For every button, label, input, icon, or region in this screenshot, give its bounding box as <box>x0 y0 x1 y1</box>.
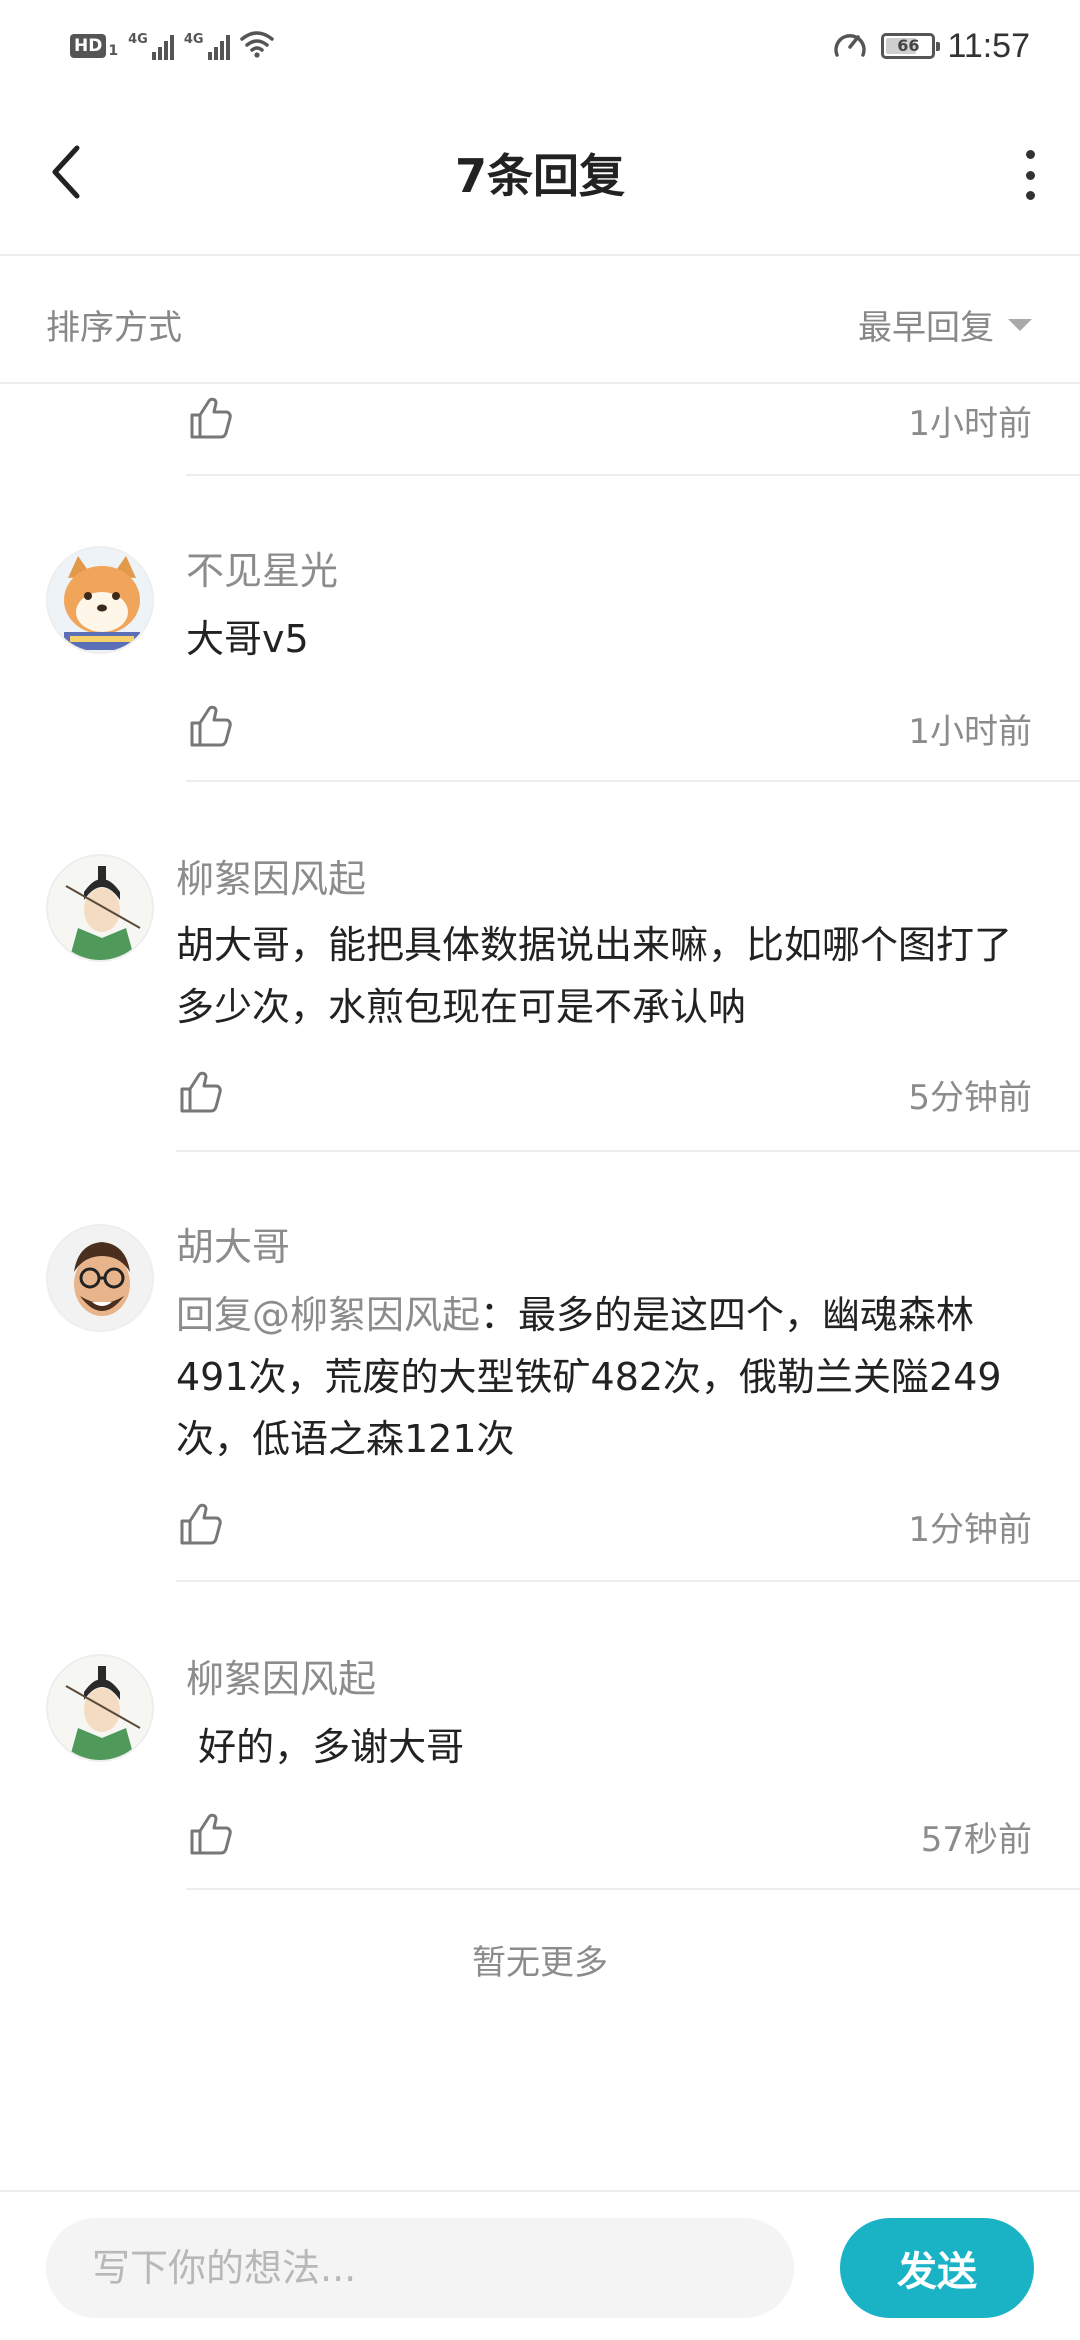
more-vertical-icon <box>1025 150 1035 159</box>
divider <box>186 780 1080 782</box>
username[interactable]: 胡大哥 <box>176 1216 290 1271</box>
reply-content: 回复@柳絮因风起：最多的是这四个，幽魂森林491次，荒废的大型铁矿482次，俄勒… <box>176 1284 1036 1470</box>
comment-composer: 发送 <box>0 2190 1080 2340</box>
reply-content: 大哥v5 <box>186 617 309 661</box>
wifi-icon <box>239 30 274 62</box>
page-header: 7条回复 <box>0 90 1080 256</box>
sort-bar: 排序方式 最早回复 <box>0 256 1080 384</box>
status-time: 11:57 <box>947 26 1030 65</box>
network-type-2: 4G <box>183 32 204 47</box>
reply-time: 57秒前 <box>920 1820 1032 1860</box>
reply-time: 1小时前 <box>908 404 1032 444</box>
avatar[interactable] <box>46 854 154 962</box>
battery-level: 66 <box>897 36 920 55</box>
thumbs-up-icon[interactable] <box>186 702 234 750</box>
divider <box>186 1888 1080 1890</box>
signal-icon-1: 4G <box>128 32 174 60</box>
reply-time: 1小时前 <box>908 712 1032 752</box>
divider <box>176 1150 1080 1152</box>
reply-item: 柳絮因风起 好的，多谢大哥 57秒前 <box>0 1584 1080 1894</box>
sort-selected-value: 最早回复 <box>858 308 994 348</box>
avatar[interactable] <box>46 1654 154 1762</box>
more-options-button[interactable] <box>1020 150 1040 200</box>
send-button[interactable]: 发送 <box>840 2218 1034 2318</box>
reply-time: 5分钟前 <box>908 1078 1032 1118</box>
hd-badge: HD <box>70 34 107 58</box>
caret-down-icon <box>1008 318 1032 331</box>
status-right: 66 11:57 <box>831 24 1030 68</box>
comment-input[interactable] <box>46 2218 794 2318</box>
username[interactable]: 柳絮因风起 <box>176 848 366 903</box>
username[interactable]: 柳絮因风起 <box>186 1648 376 1703</box>
sort-dropdown[interactable]: 最早回复 <box>858 300 1032 349</box>
username[interactable]: 不见星光 <box>186 540 338 595</box>
reply-item: 柳絮因风起 胡大哥，能把具体数据说出来嘛，比如哪个图打了多少次，水煎包现在可是不… <box>0 784 1080 1154</box>
sort-label: 排序方式 <box>46 308 182 348</box>
divider <box>176 1580 1080 1582</box>
speedometer-icon <box>831 25 869 67</box>
no-more-label: 暂无更多 <box>472 1943 608 1983</box>
thumbs-up-icon[interactable] <box>176 1500 224 1548</box>
reply-item: 1小时前 <box>0 384 1080 476</box>
thumbs-up-icon[interactable] <box>186 394 234 442</box>
avatar[interactable] <box>46 1224 154 1332</box>
status-bar: HD 1 4G 4G 66 11:57 <box>0 0 1080 90</box>
avatar[interactable] <box>46 546 154 654</box>
reply-time: 1分钟前 <box>908 1510 1032 1550</box>
reply-content: 胡大哥，能把具体数据说出来嘛，比如哪个图打了多少次，水煎包现在可是不承认呐 <box>176 923 1013 1029</box>
network-type-1: 4G <box>128 32 148 47</box>
reply-content: 好的，多谢大哥 <box>186 1725 465 1769</box>
thumbs-up-icon[interactable] <box>186 1810 234 1858</box>
reply-item: 胡大哥 回复@柳絮因风起：最多的是这四个，幽魂森林491次，荒废的大型铁矿482… <box>0 1154 1080 1584</box>
thumbs-up-icon[interactable] <box>176 1068 224 1116</box>
reply-mention[interactable]: 回复@柳絮因风起 <box>176 1293 480 1337</box>
page-title: 7条回复 <box>454 149 625 203</box>
reply-item: 不见星光 大哥v5 1小时前 <box>0 476 1080 784</box>
signal-icon-2: 4G <box>184 32 230 60</box>
status-left: HD 1 4G 4G <box>70 26 274 66</box>
battery-icon: 66 <box>881 33 941 59</box>
hd-sub-label: 1 <box>108 43 119 59</box>
